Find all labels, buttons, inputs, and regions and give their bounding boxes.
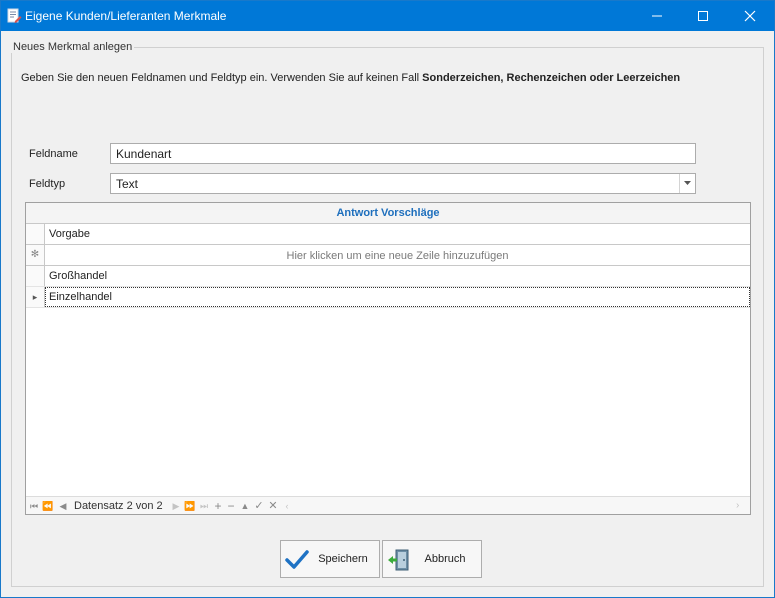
cancel-button[interactable]: Abbruch xyxy=(382,540,482,578)
feldname-input[interactable]: Kundenart xyxy=(110,143,696,164)
suggestions-grid: Antwort Vorschläge Vorgabe ✻ Hier klicke… xyxy=(25,202,751,515)
cell-vorgabe[interactable]: Großhandel xyxy=(49,270,107,282)
edit-record-icon[interactable]: ▲ xyxy=(239,497,251,515)
feldtyp-dropdown-button[interactable] xyxy=(679,174,695,193)
maximize-icon xyxy=(698,11,708,21)
scroll-right-icon[interactable]: › xyxy=(736,497,739,515)
maximize-button[interactable] xyxy=(680,1,726,31)
save-record-icon[interactable]: ✓ xyxy=(253,497,265,515)
previous-page-icon[interactable]: ⏪ xyxy=(42,497,54,515)
record-indicator: Datensatz 2 von 2 xyxy=(74,500,163,512)
previous-record-icon[interactable]: ◀ xyxy=(57,497,69,515)
cell-vorgabe[interactable]: Einzelhandel xyxy=(49,291,112,303)
document-edit-icon xyxy=(6,8,22,24)
first-record-icon[interactable]: ⏮ xyxy=(28,497,40,515)
title-bar[interactable]: Eigene Kunden/Lieferanten Merkmale xyxy=(1,1,774,31)
group-legend: Neues Merkmal anlegen xyxy=(11,41,135,53)
new-row-icon: ✻ xyxy=(26,245,45,265)
table-row[interactable]: Großhandel xyxy=(26,266,750,287)
header-indicator-cell xyxy=(26,224,45,244)
feldname-value: Kundenart xyxy=(116,147,172,161)
save-button[interactable]: Speichern xyxy=(280,540,380,578)
instructions-text: Geben Sie den neuen Feldnamen und Feldty… xyxy=(21,72,680,84)
dialog-window: Eigene Kunden/Lieferanten Merkmale Neues… xyxy=(0,0,775,598)
column-header-vorgabe[interactable]: Vorgabe xyxy=(49,228,90,240)
chevron-down-icon xyxy=(684,181,691,185)
feldtyp-select[interactable]: Text xyxy=(110,173,696,194)
instructions-bold: Sonderzeichen, Rechenzeichen oder Leerze… xyxy=(422,72,681,84)
grid-header: Vorgabe xyxy=(26,224,750,245)
add-record-icon[interactable]: + xyxy=(212,497,224,515)
cancel-button-label: Abbruch xyxy=(424,553,466,565)
scroll-left-icon[interactable]: ‹ xyxy=(281,497,293,515)
cancel-edit-icon[interactable]: ✕ xyxy=(267,497,279,515)
window-title: Eigene Kunden/Lieferanten Merkmale xyxy=(25,9,227,23)
last-record-icon[interactable]: ⏭ xyxy=(198,497,210,515)
feldtyp-label: Feldtyp xyxy=(29,178,66,190)
close-button[interactable] xyxy=(727,1,773,31)
data-navigator: ⏮ ⏪ ◀ Datensatz 2 von 2 ▶ ⏩ ⏭ + − ▲ ✓ ✕ … xyxy=(26,496,750,514)
grid-caption: Antwort Vorschläge xyxy=(26,203,750,224)
table-row[interactable]: ▸ Einzelhandel xyxy=(26,287,750,308)
focused-cell[interactable] xyxy=(45,287,750,307)
feldname-label: Feldname xyxy=(29,148,78,160)
feldtyp-value: Text xyxy=(116,177,139,191)
next-record-icon[interactable]: ▶ xyxy=(170,497,182,515)
new-row-hint: Hier klicken um eine neue Zeile hinzuzuf… xyxy=(286,250,509,262)
save-button-label: Speichern xyxy=(318,553,368,565)
current-row-icon: ▸ xyxy=(26,287,45,307)
instructions-prefix: Geben Sie den neuen Feldnamen und Feldty… xyxy=(21,72,423,84)
minimize-icon xyxy=(652,15,662,17)
next-page-icon[interactable]: ⏩ xyxy=(184,497,196,515)
row-indicator xyxy=(26,266,45,286)
close-icon xyxy=(744,10,756,22)
new-row[interactable]: ✻ Hier klicken um eine neue Zeile hinzuz… xyxy=(26,245,750,266)
minimize-button[interactable] xyxy=(634,1,680,31)
delete-record-icon[interactable]: − xyxy=(225,497,237,515)
